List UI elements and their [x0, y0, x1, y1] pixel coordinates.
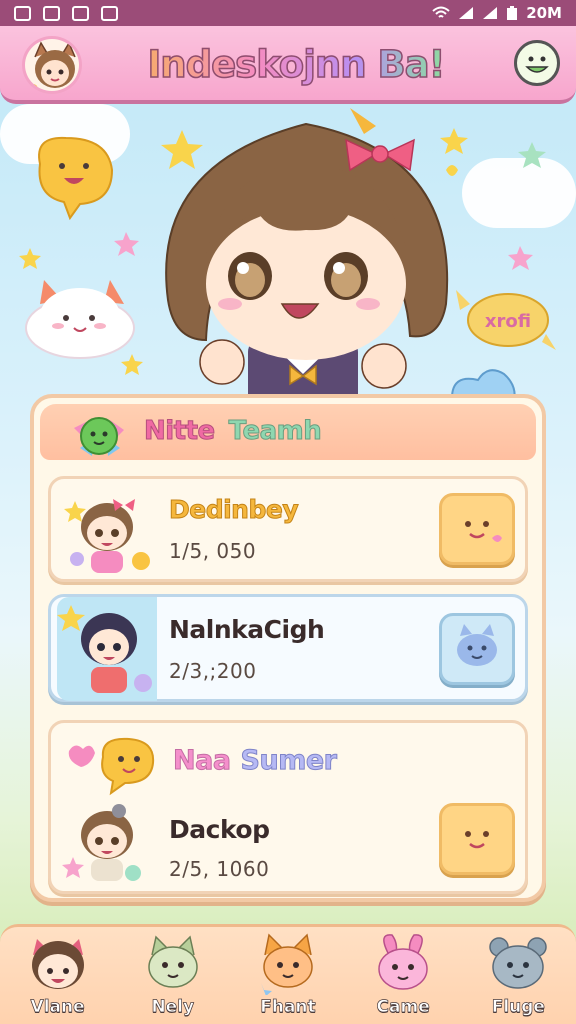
member-card-1[interactable]: Dedinbey 1/5, 050	[48, 476, 528, 582]
member-card-2[interactable]: NalnkaCigh 2/3,;200	[48, 594, 528, 702]
yellow-speech-bubble-icon	[38, 136, 114, 221]
pink-bunny-icon	[378, 934, 428, 990]
smiley-icon	[525, 56, 549, 73]
chibi-dark-hair-avatar-icon	[57, 605, 152, 693]
chibi-girl-character	[165, 108, 449, 404]
clock: 20M	[526, 4, 562, 22]
team-panel: Nitte Teamh Dedinbey 1/5, 050 NalnkaCigh…	[30, 394, 546, 902]
member-action-button[interactable]	[439, 803, 515, 875]
nav-label: Came	[376, 997, 430, 1018]
notification-icon	[14, 5, 31, 21]
member-action-button[interactable]	[439, 493, 515, 565]
smiley-profile-button[interactable]	[514, 40, 560, 86]
user-avatar[interactable]	[22, 36, 82, 94]
member-name: NalnkaCigh	[169, 615, 325, 644]
member-score: 2/5, 1060	[169, 857, 270, 881]
system-icons: 20M	[432, 4, 562, 22]
nav-label: Vlane	[30, 997, 85, 1018]
nav-item-nely[interactable]: Nely	[123, 933, 223, 1024]
team-title: Nitte Teamh	[144, 416, 323, 447]
status-bar: 20M	[0, 0, 576, 26]
member-action-button[interactable]	[439, 613, 515, 685]
hero-illustration: xrofi	[0, 104, 576, 404]
member-avatar	[61, 487, 153, 579]
chibi-girl-avatar-icon	[64, 499, 150, 573]
app-title: Indeskojnn Ba!	[96, 36, 496, 92]
member-name-text: Dedinbey	[168, 495, 299, 525]
nav-label: Fluge	[491, 997, 545, 1018]
nav-item-vlane[interactable]: Vlane	[8, 933, 108, 1024]
nav-item-came[interactable]: Came	[353, 933, 453, 1024]
member-name: Dackop	[169, 815, 270, 844]
girl-avatar-icon	[31, 939, 84, 989]
sticker-text: xrofi	[485, 311, 531, 332]
member-name: Dedinbey	[168, 495, 299, 525]
section-title-part2: Sumer	[240, 745, 337, 777]
hero-scene: xrofi	[19, 108, 556, 404]
nav-item-fluge[interactable]: Fluge	[468, 933, 568, 1024]
app-header: Indeskojnn Ba!	[0, 26, 576, 104]
team-title-part1: Nitte	[144, 416, 216, 447]
team-panel-header: Nitte Teamh	[40, 404, 536, 460]
wifi-icon	[432, 6, 450, 18]
member-avatar	[57, 597, 157, 701]
nav-label: Fhant	[260, 997, 316, 1018]
girl-avatar-icon	[28, 41, 79, 91]
member-score: 1/5, 050	[169, 539, 257, 563]
member-avatar	[61, 797, 153, 889]
yellow-smiley-bubble-icon	[68, 737, 155, 796]
member-score: 2/3,;200	[169, 659, 257, 683]
white-cat-cloud-icon	[25, 280, 135, 359]
signal-icon	[483, 7, 498, 19]
team-title-part2: Teamh	[228, 416, 322, 447]
smiley-sticker-icon	[465, 521, 502, 542]
smiley-sticker-icon	[465, 831, 489, 849]
bottom-nav: Vlane Nely Fhant Came Fluge	[0, 924, 576, 1024]
notification-icons	[14, 5, 118, 21]
orange-cat-icon	[260, 933, 313, 995]
notification-icon	[43, 5, 60, 21]
notification-icon	[72, 5, 89, 21]
nav-label: Nely	[151, 997, 195, 1018]
candy-sticker-icon: xrofi	[456, 290, 556, 350]
notification-icon	[101, 5, 118, 21]
battery-icon	[507, 5, 518, 20]
green-blob-mascot-icon	[74, 417, 124, 456]
section-title: Naa Sumer	[173, 745, 338, 777]
nav-item-fhant[interactable]: Fhant	[238, 933, 338, 1024]
blue-cat-sticker-icon	[457, 624, 497, 666]
member-card-3[interactable]: Naa Sumer Dackop 2/5, 1060	[48, 720, 528, 894]
grey-bear-icon	[489, 937, 548, 989]
section-title-part1: Naa	[173, 745, 232, 777]
signal-icon	[459, 7, 474, 19]
green-cat-icon	[148, 935, 198, 988]
chibi-girl-avatar-icon	[62, 804, 141, 881]
